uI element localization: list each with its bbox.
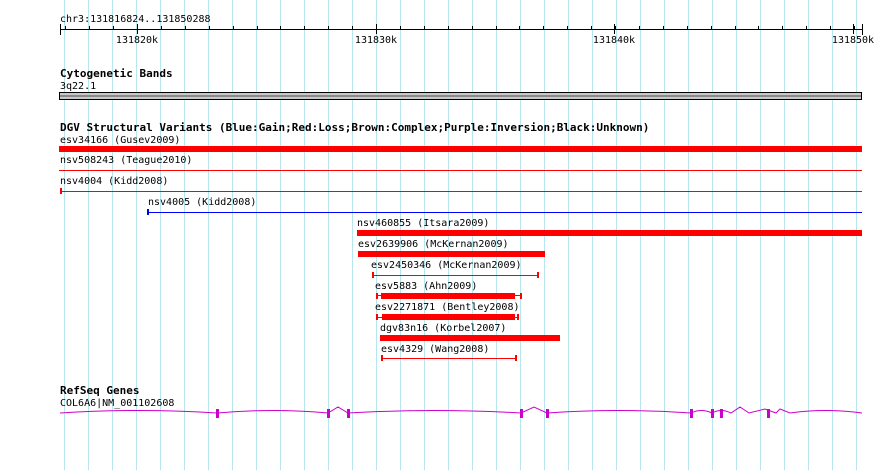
ruler-minor-tick [209,26,210,30]
variant-endcap [372,272,374,278]
ruler-minor-tick [376,26,377,30]
variant-bar[interactable] [358,251,545,257]
gene-exon [216,409,219,418]
gene-exon [520,409,523,418]
variant-label[interactable]: dgv83n16 (Korbel2007) [380,323,506,334]
ruler-minor-tick [591,26,592,30]
variant-bar-thick[interactable] [382,314,515,320]
variant-endcap [515,355,517,361]
ruler-minor-tick [782,26,783,30]
ruler-minor-tick [137,26,138,30]
ruler-minor-tick [806,26,807,30]
variant-endcap [147,209,149,215]
ruler-start-tick [60,24,61,35]
dgv-track-title[interactable]: DGV Structural Variants (Blue:Gain;Red:L… [60,121,649,134]
variant-bar[interactable] [373,275,538,276]
ruler-minor-tick [280,26,281,30]
gene-intron-line [59,406,863,414]
gene-exon [767,409,770,418]
ruler-minor-tick [161,26,162,30]
location-label: chr3:131816824..131850288 [60,14,211,25]
ruler-minor-tick [233,26,234,30]
ruler-axis [60,29,863,30]
ruler-minor-tick [89,26,90,30]
cytoband-track-title[interactable]: Cytogenetic Bands [60,67,173,80]
ruler-minor-tick [400,26,401,30]
cytoband-bar[interactable] [59,92,862,100]
variant-bar[interactable] [357,230,862,236]
ruler-minor-tick [663,26,664,30]
ruler-tick-label: 131840k [592,35,636,46]
variant-label[interactable]: esv2450346 (McKernan2009) [371,260,522,271]
ruler-minor-tick [639,26,640,30]
ruler-minor-tick [758,26,759,30]
variant-bar[interactable] [382,358,516,359]
ruler-minor-tick [496,26,497,30]
variant-label[interactable]: nsv460855 (Itsara2009) [357,218,489,229]
ruler-minor-tick [257,26,258,30]
variant-endcap [520,293,522,299]
gene-exon [711,409,714,418]
variant-bar[interactable] [59,170,862,171]
gene-model[interactable] [0,400,890,424]
ruler-minor-tick [113,26,114,30]
variant-endcap [376,314,378,320]
ruler-tick-label: 131850k [831,35,875,46]
variant-bar[interactable] [61,191,862,192]
variant-label[interactable]: esv2271871 (Bentley2008) [375,302,520,313]
gene-exon [720,409,723,418]
ruler-minor-tick [615,26,616,30]
ruler-minor-tick [328,26,329,30]
ruler-minor-tick [854,26,855,30]
ruler-minor-tick [687,26,688,30]
variant-label[interactable]: esv34166 (Gusev2009) [60,135,180,146]
variant-label[interactable]: nsv4005 (Kidd2008) [148,197,256,208]
variant-label[interactable]: esv2639906 (McKernan2009) [358,239,509,250]
ruler-minor-tick [448,26,449,30]
ruler-end-tick [862,24,863,35]
variant-label[interactable]: nsv4004 (Kidd2008) [60,176,168,187]
variant-endcap [376,293,378,299]
variant-bar[interactable] [149,212,862,213]
ruler-minor-tick [304,26,305,30]
refseq-track-title[interactable]: RefSeq Genes [60,384,139,397]
ruler-minor-tick [711,26,712,30]
ruler-minor-tick [185,26,186,30]
variant-label[interactable]: esv4329 (Wang2008) [381,344,489,355]
variant-endcap [537,272,539,278]
gene-exon [546,409,549,418]
ruler-minor-tick [519,26,520,30]
gene-exon [347,409,350,418]
variant-bar-thick[interactable] [381,293,515,299]
ruler[interactable]: chr3:131816824..131850288 131820k 131830k… [0,0,890,50]
ruler-minor-tick [567,26,568,30]
variant-bar[interactable] [380,335,560,341]
ruler-minor-tick [830,26,831,30]
ruler-minor-tick [352,26,353,30]
gene-exon [327,409,330,418]
variant-label[interactable]: esv5883 (Ahn2009) [375,281,477,292]
ruler-minor-tick [472,26,473,30]
variant-endcap [381,355,383,361]
variant-endcap [517,314,519,320]
variant-label[interactable]: nsv508243 (Teague2010) [60,155,192,166]
ruler-tick-label: 131830k [354,35,398,46]
cytoband-label: 3q22.1 [60,81,97,92]
ruler-minor-tick [735,26,736,30]
ruler-minor-tick [543,26,544,30]
variant-bar[interactable] [59,146,862,152]
ruler-minor-tick [424,26,425,30]
variant-endcap [60,188,62,194]
ruler-minor-tick [65,26,66,30]
ruler-tick-label: 131820k [115,35,159,46]
gene-exon [690,409,693,418]
